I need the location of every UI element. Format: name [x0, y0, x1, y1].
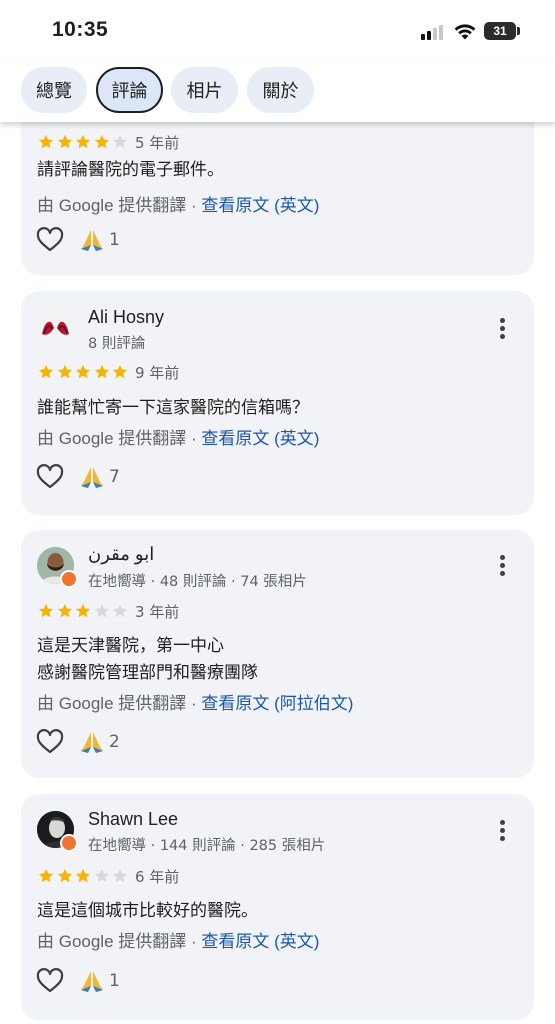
reaction-button[interactable]: 7: [79, 464, 120, 490]
star-icon: [38, 603, 54, 618]
rating-stars: [37, 867, 130, 885]
avatar[interactable]: [37, 308, 74, 345]
translation-note: 由 Google 提供翻譯 · 查看原文 (英文): [37, 191, 319, 216]
more-vert-icon[interactable]: [496, 318, 508, 342]
star-icon: [94, 603, 109, 618]
translation-label: 由 Google 提供翻譯 ·: [37, 196, 202, 215]
review-card: ابو مقرن 在地嚮導 · 48 則評論 · 74 張相片 3 年前 這是天…: [21, 530, 534, 778]
review-age: 6 年前: [135, 868, 180, 886]
tab-overview[interactable]: 總覽: [21, 67, 87, 113]
view-original-link[interactable]: 查看原文 (英文): [201, 429, 319, 448]
translation-label: 由 Google 提供翻譯 ·: [37, 694, 202, 713]
folded-hands-icon: [81, 732, 103, 753]
star-icon: [57, 364, 72, 379]
local-guide-badge: [60, 570, 78, 588]
review-text: 誰能幫忙寄一下這家醫院的信箱嗎？: [37, 398, 309, 418]
translation-label: 由 Google 提供翻譯 ·: [37, 429, 202, 448]
battery-icon: 31: [484, 22, 516, 40]
heart-outline-icon[interactable]: [36, 227, 64, 253]
battery-level: 31: [493, 24, 507, 38]
more-vert-icon[interactable]: [496, 555, 508, 579]
star-icon: [94, 364, 109, 379]
tab-about[interactable]: 關於: [247, 67, 314, 113]
status-bar: 10:35 31: [0, 0, 555, 60]
review-card: Shawn Lee 在地嚮導 · 144 則評論 · 285 張相片 6 年前 …: [21, 794, 534, 1020]
translation-note: 由 Google 提供翻譯 · 查看原文 (英文): [37, 424, 319, 449]
local-guide-badge: [60, 834, 78, 852]
heart-outline-icon[interactable]: [36, 968, 64, 994]
status-time: 10:35: [52, 18, 109, 41]
folded-hands-icon: [81, 230, 103, 251]
star-icon: [112, 868, 128, 883]
review-card: Ali Hosny 8 則評論 9 年前 誰能幫忙寄一下這家醫院的信箱嗎？ 由 …: [21, 291, 534, 515]
reaction-count: 1: [109, 971, 120, 991]
review-text-line: 這是天津醫院，第一中心: [37, 636, 224, 656]
reaction-button[interactable]: 2: [79, 729, 120, 755]
star-icon: [112, 364, 128, 379]
rating-stars: [37, 133, 130, 151]
reaction-button[interactable]: 1: [79, 968, 120, 994]
review-text: 這是這個城市比較好的醫院。: [37, 901, 258, 921]
star-icon: [94, 868, 109, 883]
review-card: 5 年前 請評論醫院的電子郵件。 由 Google 提供翻譯 · 查看原文 (英…: [21, 122, 534, 275]
star-icon: [75, 868, 91, 883]
star-icon: [112, 134, 128, 149]
heart-outline-icon[interactable]: [36, 464, 64, 490]
star-icon: [57, 134, 72, 149]
rating-stars: [37, 602, 130, 620]
reviewer-name[interactable]: ابو مقرن: [88, 544, 154, 565]
view-original-link[interactable]: 查看原文 (英文): [201, 196, 319, 215]
reviews-list[interactable]: 5 年前 請評論醫院的電子郵件。 由 Google 提供翻譯 · 查看原文 (英…: [0, 122, 555, 1024]
reaction-count: 2: [109, 732, 120, 752]
tab-bar: 總覽 評論 相片 關於: [0, 60, 555, 122]
review-text-line: 感謝醫院管理部門和醫療團隊: [37, 663, 258, 683]
reviewer-meta: 在地嚮導 · 48 則評論 · 74 張相片: [88, 574, 307, 590]
folded-hands-icon: [81, 467, 103, 488]
star-icon: [75, 134, 91, 149]
folded-hands-icon: [81, 971, 103, 992]
more-vert-icon[interactable]: [496, 820, 508, 844]
star-icon: [38, 134, 54, 149]
star-icon: [57, 868, 72, 883]
reviewer-meta: 8 則評論: [88, 336, 146, 352]
reviewer-meta: 在地嚮導 · 144 則評論 · 285 張相片: [88, 838, 326, 854]
translation-note: 由 Google 提供翻譯 · 查看原文 (阿拉伯文): [37, 689, 353, 714]
review-age: 9 年前: [135, 364, 180, 382]
wifi-icon: [454, 24, 476, 40]
star-icon: [38, 868, 54, 883]
view-original-link[interactable]: 查看原文 (阿拉伯文): [201, 694, 353, 713]
tab-photos[interactable]: 相片: [171, 67, 238, 113]
reaction-count: 7: [109, 467, 120, 487]
reviewer-name[interactable]: Ali Hosny: [88, 307, 164, 328]
heart-outline-icon[interactable]: [36, 729, 64, 755]
review-age: 3 年前: [135, 603, 180, 621]
reaction-button[interactable]: 1: [79, 227, 120, 253]
battery-tip: [517, 27, 520, 35]
review-text: 請評論醫院的電子郵件。: [37, 160, 224, 180]
tab-reviews[interactable]: 評論: [96, 67, 163, 113]
star-icon: [75, 364, 91, 379]
cellular-signal-icon: [421, 24, 447, 40]
reviewer-name[interactable]: Shawn Lee: [88, 809, 178, 830]
star-icon: [57, 603, 72, 618]
star-icon: [94, 134, 109, 149]
translation-label: 由 Google 提供翻譯 ·: [37, 932, 202, 951]
star-icon: [112, 603, 128, 618]
star-icon: [75, 603, 91, 618]
translation-note: 由 Google 提供翻譯 · 查看原文 (英文): [37, 927, 319, 952]
reaction-count: 1: [109, 230, 120, 250]
rating-stars: [37, 363, 130, 381]
view-original-link[interactable]: 查看原文 (英文): [201, 932, 319, 951]
review-age: 5 年前: [135, 134, 180, 152]
star-icon: [38, 364, 54, 379]
